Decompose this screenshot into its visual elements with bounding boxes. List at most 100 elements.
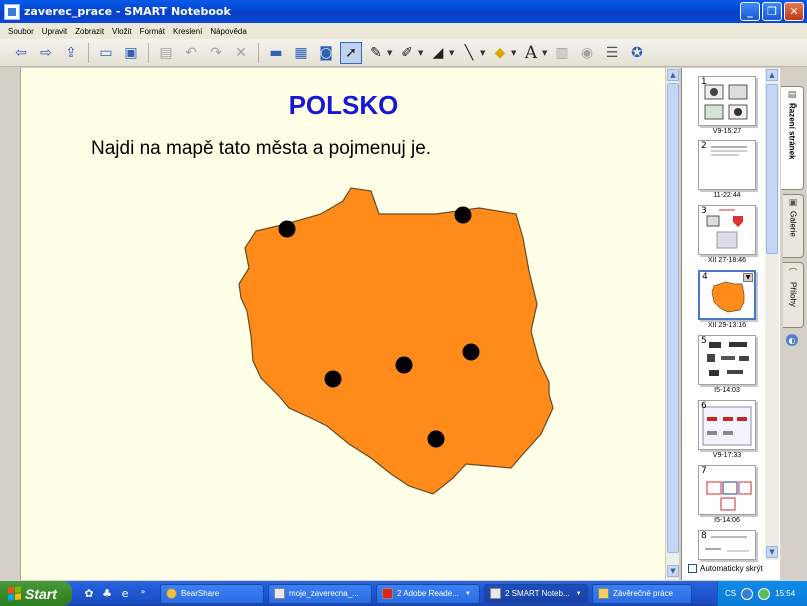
delete-icon[interactable]: ✕ xyxy=(230,42,252,64)
select-icon[interactable]: ➚ xyxy=(340,41,362,64)
fill-icon[interactable]: ◆ xyxy=(489,42,511,64)
close-button[interactable]: ✕ xyxy=(784,2,804,21)
thumbnail-menu-icon[interactable]: ▼ xyxy=(743,273,753,282)
page-thumbnail[interactable]: 6 V9-17:33 xyxy=(696,400,758,459)
page-thumbnail[interactable]: 5 I5-14:03 xyxy=(696,335,758,394)
pen-icon[interactable]: ✎ xyxy=(365,42,387,64)
minimize-button[interactable]: _ xyxy=(740,2,760,21)
page-sorter-panel: 1 V9-15:27 2 11-22:44 3 XII 27-18:46 4 ▼… xyxy=(681,68,780,580)
menu-upravit[interactable]: Upravit xyxy=(38,27,71,36)
thumbnail-preview-icon xyxy=(711,146,747,156)
restore-button[interactable]: ❐ xyxy=(762,2,782,21)
scroll-down-arrow-icon[interactable]: ▼ xyxy=(667,565,679,577)
whiteboard-page[interactable]: POLSKO Najdi na mapě tato města a pojmen… xyxy=(20,68,665,580)
task-bearshare[interactable]: BearShare xyxy=(160,583,264,604)
page-thumbnail[interactable]: 8 xyxy=(696,530,758,560)
redo-icon[interactable]: ↷ xyxy=(205,42,227,64)
page-title[interactable]: POLSKO xyxy=(21,90,666,121)
capture-icon[interactable]: ◙ xyxy=(315,42,337,64)
city-dot[interactable] xyxy=(278,220,296,238)
menu-kresleni[interactable]: Kreslení xyxy=(169,27,206,36)
page-thumbnail[interactable]: 2 11-22:44 xyxy=(696,140,758,199)
pen-dropdown-icon[interactable]: ▼ xyxy=(387,49,393,57)
tray-app-icon[interactable] xyxy=(741,587,754,600)
full-screen-icon[interactable]: ▦ xyxy=(290,42,312,64)
autohide-option[interactable]: Automaticky skrýt xyxy=(688,564,763,573)
eraser-dropdown-icon[interactable]: ▼ xyxy=(449,49,455,57)
system-tray: CS 15:54 xyxy=(717,581,807,606)
page-thumbnail[interactable]: 3 XII 27-18:46 xyxy=(696,205,758,264)
fill-dropdown-icon[interactable]: ▼ xyxy=(511,49,517,57)
toolbar-options-icon[interactable]: ☰ xyxy=(601,42,623,64)
page-thumbnail[interactable]: 1 V9-15:27 xyxy=(696,76,758,135)
sorter-scroll-thumb[interactable] xyxy=(766,84,778,254)
quicklaunch-app-icon[interactable]: ♣ xyxy=(100,587,114,600)
thumbnail-preview-icon xyxy=(706,209,743,249)
paste-icon[interactable]: ▤ xyxy=(155,42,177,64)
tab-page-sorter[interactable]: ▤ Řazení stránek xyxy=(781,86,804,190)
creative-pen-dropdown-icon[interactable]: ▼ xyxy=(418,49,424,57)
smart-notebook-window: zaverec_prace - SMART Notebook _ ❐ ✕ Sou… xyxy=(0,0,807,606)
title-bar: zaverec_prace - SMART Notebook _ ❐ ✕ xyxy=(0,0,807,23)
menu-vlozit[interactable]: Vložit xyxy=(108,27,136,36)
task-folder[interactable]: Závěrečné práce xyxy=(592,583,692,604)
record-icon[interactable]: ◉ xyxy=(576,42,598,64)
line-icon[interactable]: ╲ xyxy=(458,42,480,64)
text-dropdown-icon[interactable]: ▼ xyxy=(542,49,548,57)
city-dot[interactable] xyxy=(324,370,342,388)
sorter-scroll-up-icon[interactable]: ▲ xyxy=(766,69,778,81)
forward-icon[interactable]: ⇨ xyxy=(35,42,57,64)
thumbnail-image: 5 xyxy=(698,335,756,385)
add-page-icon[interactable]: ⇪ xyxy=(60,42,82,64)
poland-map[interactable] xyxy=(211,186,571,496)
autohide-checkbox[interactable] xyxy=(688,564,697,573)
language-indicator[interactable]: CS xyxy=(725,589,736,598)
open-icon[interactable]: ▭ xyxy=(95,42,117,64)
menu-napoveda[interactable]: Nápověda xyxy=(206,27,250,36)
city-dot[interactable] xyxy=(454,206,472,224)
app-icon xyxy=(4,3,20,20)
properties-icon[interactable]: ▥ xyxy=(551,42,573,64)
scroll-up-arrow-icon[interactable]: ▲ xyxy=(667,69,679,81)
thumbnail-number: 3 xyxy=(701,206,707,216)
menu-soubor[interactable]: Soubor xyxy=(4,27,38,36)
properties-tab-icon[interactable]: ◐ xyxy=(786,334,798,346)
scroll-thumb[interactable] xyxy=(667,83,679,553)
sorter-scrollbar[interactable]: ▲ ▼ xyxy=(765,68,779,560)
instruction-text[interactable]: Najdi na mapě tato města a pojmenuj je. xyxy=(91,138,431,160)
city-dot[interactable] xyxy=(427,430,445,448)
quicklaunch-app-icon[interactable]: ✿ xyxy=(82,587,96,600)
sorter-scroll-down-icon[interactable]: ▼ xyxy=(766,546,778,558)
tray-security-icon[interactable] xyxy=(758,587,771,600)
gallery-icon: ▣ xyxy=(788,198,798,208)
undo-icon[interactable]: ↶ xyxy=(180,42,202,64)
back-icon[interactable]: ⇦ xyxy=(10,42,32,64)
page-thumbnail[interactable]: 4 ▼ XII 29-13:16 xyxy=(696,270,758,329)
tab-attachments-label: Přílohy xyxy=(788,282,798,307)
quicklaunch-more-icon[interactable]: » xyxy=(136,587,150,600)
menu-format[interactable]: Formát xyxy=(136,27,169,36)
tab-gallery[interactable]: ▣ Galerie xyxy=(783,194,804,258)
thumbnail-label: V9-15:27 xyxy=(712,128,742,135)
task-word-document[interactable]: moje_zaverecna_... xyxy=(268,583,372,604)
text-icon[interactable]: A xyxy=(520,42,542,64)
tab-attachments[interactable]: ⌒ Přílohy xyxy=(783,262,804,328)
menu-zobrazit[interactable]: Zobrazit xyxy=(71,27,108,36)
window-title: zaverec_prace - SMART Notebook xyxy=(24,5,231,18)
quicklaunch-browser-icon[interactable]: e xyxy=(118,587,132,600)
canvas-scrollbar[interactable]: ▲ ▼ xyxy=(665,68,679,580)
save-icon[interactable]: ▣ xyxy=(120,42,142,64)
city-dot[interactable] xyxy=(462,343,480,361)
page-thumbnail[interactable]: 7 I5-14:06 xyxy=(696,465,758,524)
help-icon[interactable]: ✪ xyxy=(626,42,648,64)
task-adobe-reader[interactable]: 2 Adobe Reade... ▼ xyxy=(376,583,480,604)
city-dot[interactable] xyxy=(395,356,413,374)
start-button[interactable]: Start xyxy=(0,581,72,606)
task-smart-notebook[interactable]: 2 SMART Noteb... ▼ xyxy=(484,583,588,604)
creative-pen-icon[interactable]: ✐ xyxy=(396,42,418,64)
eraser-icon[interactable]: ◢ xyxy=(427,42,449,64)
screen-shade-icon[interactable]: ▬ xyxy=(265,42,287,64)
line-dropdown-icon[interactable]: ▼ xyxy=(480,49,486,57)
smart-notebook-icon xyxy=(490,588,501,599)
thumbnail-image: 8 xyxy=(698,530,756,560)
